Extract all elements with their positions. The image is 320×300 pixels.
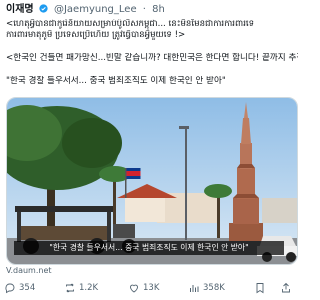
reply-count: 354 (19, 283, 36, 293)
repost-button[interactable]: 1.2K (64, 280, 98, 296)
video-caption: "한국 경찰 들우서서... 중국 범죄조직도 이제 한국인 안 받아" (14, 241, 284, 255)
bookmark-button[interactable] (254, 280, 269, 296)
separator-dot: · (142, 4, 146, 15)
bookmark-icon (256, 283, 264, 294)
tweet-text-line-1: <ហេតុអ្វីបានជាកូរ៉េនិយាយសម្រាប់ប៉ូលីសកម្… (6, 19, 255, 29)
action-bar: 354 1.2K 13K 358K (0, 280, 300, 296)
media-image[interactable] (6, 97, 298, 265)
tweet-text-line-2: ការពារមាតុភូមិ ប្រទេសប្រើហើយ ត្រូវធ្វើបា… (6, 30, 186, 40)
link-source[interactable]: V.daum.net (6, 266, 52, 276)
street-photo (7, 98, 297, 264)
share-icon (282, 282, 290, 293)
tweet-text-line-3: <한국인 건들면 패가망신...빈말 같습니까? 대한민국은 한다면 합니다! … (6, 53, 298, 63)
tweet-header: 이재명 @Jaemyung_Lee · 8h (6, 3, 294, 17)
heart-icon (130, 284, 138, 293)
share-button[interactable] (280, 280, 295, 296)
view-count: 358K (203, 283, 225, 293)
reply-button[interactable]: 354 (4, 280, 35, 296)
like-count: 13K (143, 283, 160, 293)
tweet-text-line-4: "한국 경찰 들우서서... 중국 범죄조직도 이제 한국인 안 받아" (6, 76, 226, 86)
like-button[interactable]: 13K (128, 280, 159, 296)
repost-count: 1.2K (79, 283, 99, 293)
views-button[interactable]: 358K (188, 280, 225, 296)
post-time[interactable]: 8h (152, 4, 165, 15)
author-handle[interactable]: @Jaemyung_Lee (54, 4, 137, 15)
reply-icon (5, 283, 15, 294)
author-name[interactable]: 이재명 (6, 4, 34, 15)
verified-badge-icon (39, 4, 48, 13)
views-chart-icon (190, 285, 199, 292)
repost-icon (66, 283, 74, 293)
